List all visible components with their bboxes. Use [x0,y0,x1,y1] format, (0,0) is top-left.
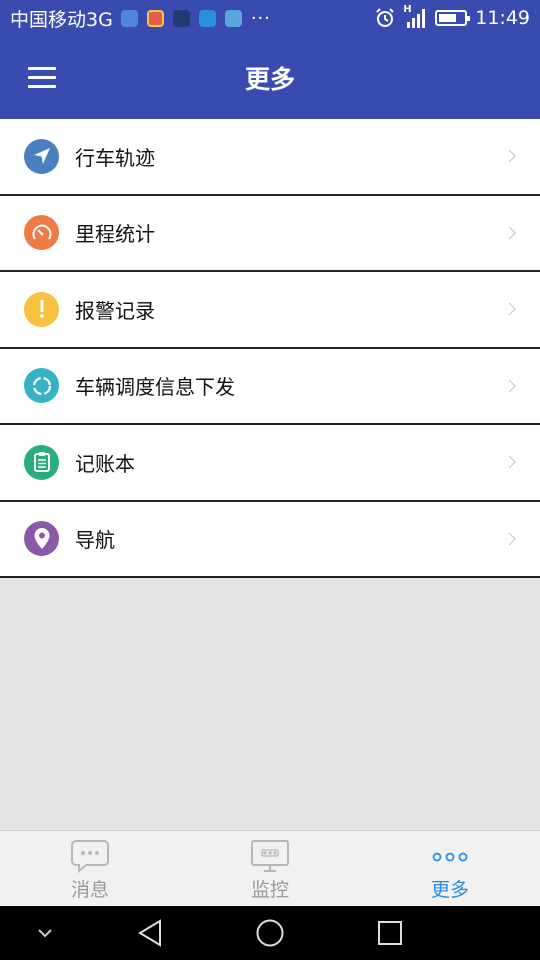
location-app-icon [120,9,138,27]
hamburger-menu-icon[interactable] [28,67,56,89]
more-dots-icon [432,852,468,862]
chevron-right-icon [503,149,516,163]
menu-item-label: 导航 [75,528,115,553]
menu-item-track[interactable]: 行车轨迹 [0,119,540,196]
menu-list: 行车轨迹 里程统计 报警记录 车辆调度信息下发 记账本 导航 [0,119,540,578]
monitor-icon [251,840,289,872]
menu-item-label: 车辆调度信息下发 [75,375,235,400]
clipboard-icon [24,444,59,480]
tab-label: 更多 [430,879,469,901]
tab-monitor[interactable]: 监控 [180,831,360,906]
chevron-right-icon [503,532,516,546]
menu-item-account-book[interactable]: 记账本 [0,425,540,502]
alert-icon [24,291,59,327]
alarm-icon [376,8,394,27]
weather-icon [224,9,242,27]
more-notifications-icon: ··· [250,7,271,29]
signal-icon: H [403,4,427,28]
back-icon[interactable] [130,906,170,960]
notification-icons: ··· [120,7,271,29]
speedometer-icon [24,215,59,251]
app-icon [172,9,190,27]
chevron-right-icon [503,302,516,316]
clock: 11:49 [475,7,530,29]
chat-bubble-icon [71,840,109,873]
menu-item-label: 里程统计 [75,222,155,247]
tab-messages[interactable]: 消息 [0,831,180,906]
recents-icon[interactable] [370,906,410,960]
home-icon[interactable] [250,906,290,960]
menu-item-dispatch[interactable]: 车辆调度信息下发 [0,348,540,425]
menu-item-label: 报警记录 [75,298,155,323]
system-nav-bar [0,906,540,960]
carrier-label: 中国移动3G [10,8,113,31]
chevron-right-icon [503,226,516,240]
menu-item-navigation[interactable]: 导航 [0,501,540,578]
menu-item-label: 记账本 [75,451,135,476]
bottom-tab-bar: 消息 监控 更多 [0,830,540,906]
tab-label: 消息 [70,879,109,901]
chat-icon [198,9,216,27]
menu-item-mileage[interactable]: 里程统计 [0,195,540,272]
page-title: 更多 [244,64,295,94]
sync-icon [24,368,59,404]
menu-item-alarm-records[interactable]: 报警记录 [0,272,540,349]
chrome-icon [146,9,164,27]
navigation-arrow-icon [24,138,59,174]
status-bar: 中国移动3G ··· H 11:49 [0,0,540,36]
chevron-right-icon [503,379,516,393]
location-pin-icon [24,521,59,557]
tab-more[interactable]: 更多 [360,831,540,906]
menu-item-label: 行车轨迹 [75,145,155,170]
app-bar: 更多 [0,36,540,119]
collapse-icon[interactable] [30,906,60,960]
battery-icon [435,10,471,26]
tab-label: 监控 [250,879,289,901]
chevron-right-icon [503,455,516,469]
